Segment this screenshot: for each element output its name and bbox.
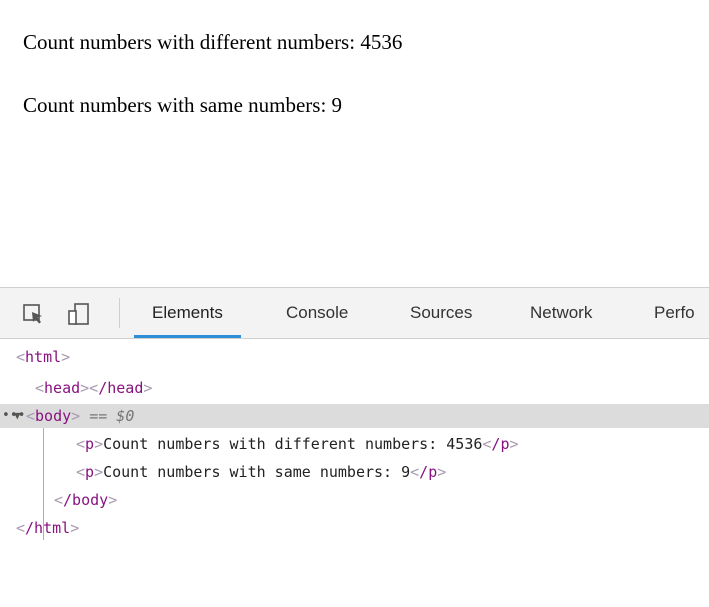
inspect-element-icon[interactable]: [22, 302, 46, 326]
device-toolbar-icon[interactable]: [67, 302, 91, 326]
tab-performance[interactable]: Perfo: [636, 288, 709, 338]
tab-elements[interactable]: Elements: [134, 288, 241, 338]
tree-node-body-close[interactable]: </body>: [0, 488, 709, 512]
p1-tag-name: p: [85, 435, 95, 453]
html-tag-name: html: [25, 348, 62, 366]
p2-text: Count numbers with same numbers: 9: [103, 463, 411, 481]
expand-arrow-icon[interactable]: ▼: [14, 404, 21, 428]
p1-text: Count numbers with different numbers: 45…: [103, 435, 483, 453]
p2-tag-name: p: [85, 463, 95, 481]
tab-console[interactable]: Console: [268, 288, 366, 338]
page-viewport: Count numbers with different numbers: 45…: [0, 0, 709, 287]
tree-node-p1[interactable]: <p>Count numbers with different numbers:…: [0, 432, 709, 456]
body-close-tag-name: /body: [63, 491, 109, 509]
head-tag-name: head: [44, 379, 81, 397]
page-paragraph-same: Count numbers with same numbers: 9: [23, 93, 343, 117]
body-tag-name: body: [35, 407, 72, 425]
page-paragraph-different: Count numbers with different numbers: 45…: [23, 30, 403, 54]
devtools-panel: Elements Console Sources Network Perfo <…: [0, 287, 709, 607]
p2-close-tag-name: /p: [419, 463, 438, 481]
tree-node-head[interactable]: <head></head>: [0, 376, 709, 400]
devtools-toolbar: Elements Console Sources Network Perfo: [0, 288, 709, 339]
tree-node-html-close[interactable]: </html>: [0, 516, 709, 540]
html-close-tag-name: /html: [25, 519, 71, 537]
dom-tree: <html> <head></head> ••• ▼ <body> == $0 …: [0, 339, 709, 607]
head-close-tag-name: /head: [98, 379, 144, 397]
tab-sources[interactable]: Sources: [392, 288, 490, 338]
tab-network[interactable]: Network: [512, 288, 610, 338]
selected-node-marker: == $0: [89, 407, 135, 425]
tree-node-p2[interactable]: <p>Count numbers with same numbers: 9</p…: [0, 460, 709, 484]
p1-close-tag-name: /p: [491, 435, 510, 453]
tree-node-html[interactable]: <html>: [0, 345, 709, 369]
tree-node-body-selected[interactable]: ••• ▼ <body> == $0: [0, 404, 709, 428]
toolbar-separator: [119, 298, 120, 328]
